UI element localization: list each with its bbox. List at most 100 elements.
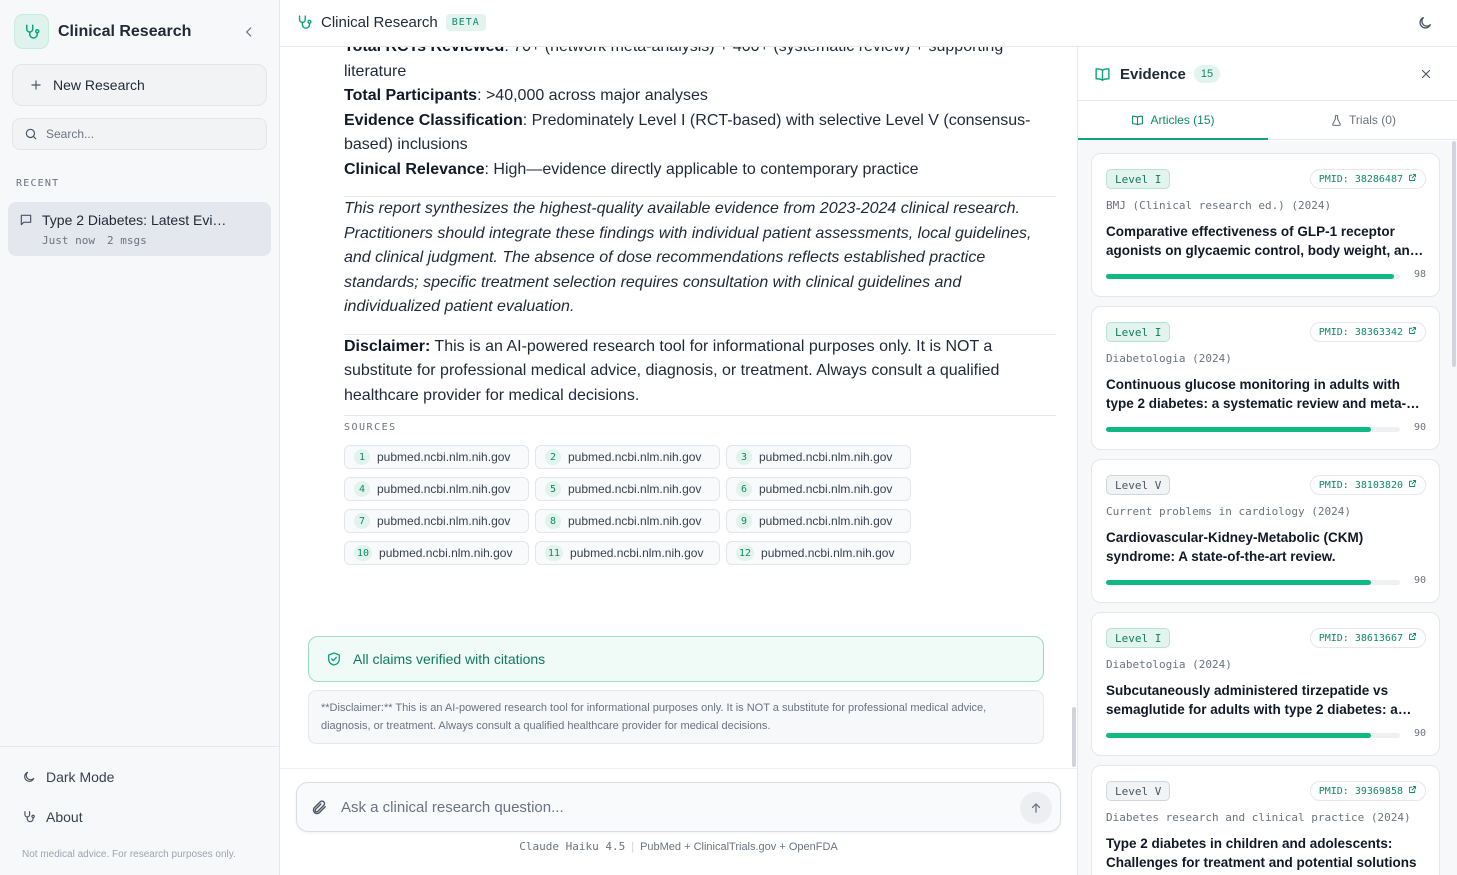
source-chip[interactable]: 8 pubmed.ncbi.nlm.nih.gov bbox=[535, 509, 720, 533]
model-info: Claude Haiku 4.5 | PubMed + ClinicalTrials… bbox=[280, 840, 1077, 853]
pmid-link[interactable]: PMID: 38286487 bbox=[1309, 169, 1426, 189]
send-button[interactable] bbox=[1020, 792, 1052, 824]
relevance-score: 98 bbox=[1413, 269, 1426, 280]
pmid-link[interactable]: PMID: 39369858 bbox=[1309, 781, 1426, 801]
pmid-label: PMID: 38286487 bbox=[1318, 173, 1403, 185]
topbar-title-group: Clinical Research BETA bbox=[296, 14, 486, 31]
recent-conversation-item[interactable]: Type 2 Diabetes: Latest Evi… Just now 2 m… bbox=[8, 202, 271, 256]
source-domain: pubmed.ncbi.nlm.nih.gov bbox=[761, 546, 895, 560]
moon-icon bbox=[24, 771, 35, 782]
source-chip[interactable]: 2 pubmed.ncbi.nlm.nih.gov bbox=[535, 445, 720, 469]
conversation-title: Type 2 Diabetes: Latest Evi… bbox=[42, 212, 227, 228]
dark-mode-button[interactable]: Dark Mode bbox=[22, 769, 114, 785]
source-chip[interactable]: 5 pubmed.ncbi.nlm.nih.gov bbox=[535, 477, 720, 501]
conversation-meta: Just now 2 msgs bbox=[42, 234, 147, 247]
source-number: 2 bbox=[545, 449, 561, 465]
relevance-score: 90 bbox=[1413, 575, 1426, 586]
source-domain: pubmed.ncbi.nlm.nih.gov bbox=[379, 546, 513, 560]
pmid-link[interactable]: PMID: 38103820 bbox=[1309, 475, 1426, 495]
summary-line: Total RCTs Reviewed: 70+ (network meta-a… bbox=[344, 47, 1003, 80]
source-chip[interactable]: 12 pubmed.ncbi.nlm.nih.gov bbox=[726, 541, 911, 565]
source-chip[interactable]: 10 pubmed.ncbi.nlm.nih.gov bbox=[344, 541, 529, 565]
flask-icon bbox=[1332, 114, 1341, 126]
source-number: 5 bbox=[545, 481, 561, 497]
evidence-level-badge: Level I bbox=[1106, 322, 1171, 342]
source-domain: pubmed.ncbi.nlm.nih.gov bbox=[568, 514, 702, 528]
source-domain: pubmed.ncbi.nlm.nih.gov bbox=[568, 450, 702, 464]
chevron-left-icon bbox=[245, 27, 252, 37]
article-journal: Diabetologia (2024) bbox=[1106, 352, 1232, 365]
pmid-label: PMID: 38613667 bbox=[1318, 632, 1403, 644]
recent-section-label: RECENT bbox=[16, 178, 60, 189]
sources-label: SOURCES bbox=[344, 422, 397, 433]
source-chip[interactable]: 6 pubmed.ncbi.nlm.nih.gov bbox=[726, 477, 911, 501]
topbar: Clinical Research BETA bbox=[280, 0, 1457, 47]
search-input[interactable] bbox=[46, 127, 246, 141]
evidence-header: Evidence 15 bbox=[1094, 65, 1221, 83]
article-card[interactable]: Level I PMID: 38286487 BMJ (Clinical resea… bbox=[1091, 153, 1440, 297]
relevance-bar-fill bbox=[1106, 733, 1371, 738]
source-number: 12 bbox=[736, 545, 755, 561]
new-research-button[interactable]: New Research bbox=[12, 64, 267, 106]
evidence-panel: Evidence 15 Articles (15) Trials (0) Lev… bbox=[1077, 47, 1457, 875]
article-card[interactable]: Level I PMID: 38363342 Diabetologia (2024)… bbox=[1091, 306, 1440, 450]
topbar-title: Clinical Research bbox=[321, 14, 438, 31]
stethoscope-icon bbox=[298, 15, 312, 29]
evidence-tabs: Articles (15) Trials (0) bbox=[1078, 100, 1457, 140]
about-button[interactable]: About bbox=[22, 809, 83, 825]
paperclip-icon[interactable] bbox=[311, 799, 328, 816]
source-number: 6 bbox=[736, 481, 752, 497]
source-domain: pubmed.ncbi.nlm.nih.gov bbox=[377, 514, 511, 528]
source-domain: pubmed.ncbi.nlm.nih.gov bbox=[759, 482, 893, 496]
pmid-label: PMID: 39369858 bbox=[1318, 785, 1403, 797]
source-number: 8 bbox=[545, 513, 561, 529]
pmid-link[interactable]: PMID: 38613667 bbox=[1309, 628, 1426, 648]
relevance-bar bbox=[1106, 580, 1400, 585]
article-title: Type 2 diabetes in children and adolesce… bbox=[1106, 836, 1417, 870]
assistant-report: Total RCTs Reviewed: 70+ (network meta-a… bbox=[344, 47, 1056, 416]
source-chip[interactable]: 1 pubmed.ncbi.nlm.nih.gov bbox=[344, 445, 529, 469]
collapse-sidebar-button[interactable] bbox=[241, 24, 257, 40]
external-link-icon bbox=[1409, 480, 1416, 487]
source-domain: pubmed.ncbi.nlm.nih.gov bbox=[570, 546, 704, 560]
arrow-up-icon bbox=[1031, 803, 1041, 813]
question-input[interactable] bbox=[341, 795, 1001, 819]
source-chip[interactable]: 7 pubmed.ncbi.nlm.nih.gov bbox=[344, 509, 529, 533]
source-number: 10 bbox=[354, 545, 373, 561]
source-number: 9 bbox=[736, 513, 752, 529]
verification-banner: All claims verified with citations bbox=[308, 636, 1044, 682]
source-chip[interactable]: 9 pubmed.ncbi.nlm.nih.gov bbox=[726, 509, 911, 533]
source-chip[interactable]: 3 pubmed.ncbi.nlm.nih.gov bbox=[726, 445, 911, 469]
article-card[interactable]: Level V PMID: 38103820 Current problems in… bbox=[1091, 459, 1440, 603]
close-evidence-button[interactable] bbox=[1419, 67, 1433, 86]
article-card[interactable]: Level I PMID: 38613667 Diabetologia (2024)… bbox=[1091, 612, 1440, 756]
source-chip[interactable]: 4 pubmed.ncbi.nlm.nih.gov bbox=[344, 477, 529, 501]
disclaimer-box: **Disclaimer:** This is an AI-powered re… bbox=[308, 690, 1044, 744]
model-sources: PubMed + ClinicalTrials.gov + OpenFDA bbox=[640, 841, 838, 853]
tab-articles[interactable]: Articles (15) bbox=[1078, 101, 1268, 140]
pmid-link[interactable]: PMID: 38363342 bbox=[1309, 322, 1426, 342]
evidence-level-badge: Level V bbox=[1106, 475, 1171, 495]
plus-icon bbox=[31, 80, 41, 90]
conversation-time: Just now bbox=[42, 234, 95, 247]
external-link-icon bbox=[1409, 786, 1416, 793]
evidence-level-badge: Level I bbox=[1106, 169, 1171, 189]
article-journal: Current problems in cardiology (2024) bbox=[1106, 505, 1352, 518]
divider bbox=[344, 415, 1056, 416]
brand[interactable]: Clinical Research bbox=[14, 14, 191, 49]
chat-scrollbar[interactable] bbox=[1072, 707, 1076, 767]
theme-toggle-button[interactable] bbox=[1417, 15, 1433, 36]
external-link-icon bbox=[1409, 174, 1416, 181]
evidence-scrollbar[interactable] bbox=[1452, 141, 1456, 367]
conversation-message-count: 2 msgs bbox=[106, 234, 147, 247]
model-name: Claude Haiku 4.5 bbox=[519, 840, 626, 853]
relevance-bar bbox=[1106, 427, 1400, 432]
source-chip[interactable]: 11 pubmed.ncbi.nlm.nih.gov bbox=[535, 541, 720, 565]
tab-trials[interactable]: Trials (0) bbox=[1268, 101, 1457, 139]
sources-list: 1 pubmed.ncbi.nlm.nih.gov 2 pubmed.ncbi.nlm… bbox=[344, 445, 924, 565]
article-title: Subcutaneously administered tirzepatide … bbox=[1106, 683, 1398, 717]
open-book-icon bbox=[1132, 115, 1144, 125]
article-card[interactable]: Level V PMID: 39369858 Diabetes research a… bbox=[1091, 765, 1440, 875]
sidebar-footer: Dark Mode About Not medical advice. For … bbox=[0, 746, 280, 875]
source-number: 1 bbox=[354, 449, 370, 465]
